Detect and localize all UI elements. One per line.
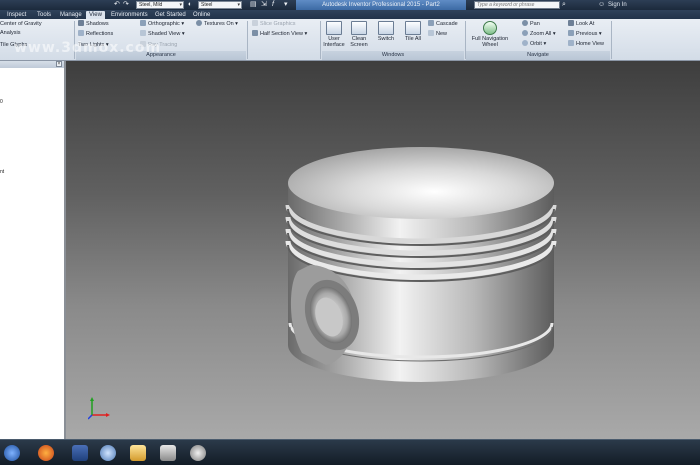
appearance-value: Steel (201, 2, 213, 8)
chevron-down-icon: ▾ (237, 2, 240, 8)
look-at-button[interactable]: Look At (568, 20, 594, 28)
search-input[interactable]: Type a keyword or phrase (474, 1, 560, 9)
piston-model (285, 147, 557, 382)
user-interface-icon (326, 21, 342, 35)
tab-online[interactable]: Online (190, 11, 213, 19)
reflections-icon (78, 30, 84, 36)
title-bar: ↶ ↷ Steel, Mild ▾ ◐ Steel ▾ ▤ ⇲ f ▾ Auto… (0, 0, 700, 10)
taskbar (0, 439, 700, 465)
separator (611, 21, 612, 59)
app-title: Autodesk Inventor Professional 2015 - Pa… (296, 0, 466, 10)
tab-inspect[interactable]: Inspect (4, 11, 29, 19)
close-icon[interactable]: × (56, 61, 62, 67)
browser-item[interactable]: 0 (0, 99, 3, 105)
look-at-icon (568, 20, 574, 26)
app-icon[interactable] (190, 445, 206, 461)
watermark: www.3dmox.com (14, 40, 162, 56)
pan-icon (522, 20, 528, 26)
zoom-all-button[interactable]: Zoom All ▾ (522, 30, 556, 38)
separator (320, 21, 321, 59)
clean-screen-icon (351, 21, 367, 35)
redo-icon[interactable]: ↷ (123, 1, 129, 9)
save-icon[interactable] (72, 445, 88, 461)
tile-all-button[interactable]: Tile All (401, 21, 425, 42)
previous-icon (568, 30, 574, 36)
ribbon-tabs: Inspect Tools Manage View Environments G… (0, 10, 700, 19)
cascade-icon (428, 20, 434, 26)
user-interface-button[interactable]: User Interface (322, 21, 346, 48)
chevron-down-icon: ▾ (179, 2, 182, 8)
shadows-icon (78, 20, 84, 26)
center-of-gravity-button[interactable]: Center of Gravity (0, 20, 42, 28)
new-window-icon (428, 30, 434, 36)
visual-style-dropdown[interactable]: Shaded View ▾ (140, 30, 185, 38)
customize-icon[interactable]: ▾ (284, 1, 288, 9)
textures-icon (196, 20, 202, 26)
switch-icon (378, 21, 394, 35)
slice-icon (252, 20, 258, 26)
home-view-button[interactable]: Home View (568, 40, 604, 48)
graphics-viewport[interactable] (66, 61, 700, 439)
inventor-icon[interactable] (160, 445, 176, 461)
tab-manage[interactable]: Manage (57, 11, 85, 19)
tab-environments[interactable]: Environments (108, 11, 151, 19)
orbit-button[interactable]: Orbit ▾ (522, 40, 546, 48)
new-window-button[interactable]: New (428, 30, 447, 38)
orthographic-icon (140, 20, 146, 26)
material-value: Steel, Mild (139, 2, 163, 8)
tab-tools[interactable]: Tools (34, 11, 54, 19)
model-browser: × 0 nt (0, 61, 66, 439)
appearance-dropdown[interactable]: Steel ▾ (198, 1, 242, 9)
shaded-view-icon (140, 30, 146, 36)
half-section-view-button[interactable]: Half Section View ▾ (252, 30, 307, 38)
slice-graphics-button[interactable]: Slice Graphics (252, 20, 295, 28)
start-icon[interactable] (4, 445, 20, 461)
undo-icon[interactable]: ↶ (114, 1, 120, 9)
orthographic-button[interactable]: Orthographic ▾ (140, 20, 184, 28)
navigate-group-label: Navigate (466, 51, 610, 60)
binoculars-icon[interactable]: ⌕ (562, 1, 566, 9)
measure-icon[interactable]: ⇲ (261, 1, 267, 9)
tab-view[interactable]: View (86, 11, 105, 19)
previous-view-button[interactable]: Previous ▾ (568, 30, 602, 38)
shadows-button[interactable]: Shadows (78, 20, 109, 28)
appearance-icon: ◐ (188, 1, 193, 8)
reflections-button[interactable]: Reflections (78, 30, 113, 38)
material-dropdown[interactable]: Steel, Mild ▾ (136, 1, 184, 9)
steering-wheel-icon (483, 21, 497, 35)
pan-button[interactable]: Pan (522, 20, 540, 28)
user-icon: ☺ (598, 1, 606, 8)
textures-button[interactable]: Textures On ▾ (196, 20, 238, 28)
analysis-button[interactable]: Analysis (0, 29, 20, 37)
folder-icon[interactable] (130, 445, 146, 461)
clean-screen-button[interactable]: Clean Screen (347, 21, 371, 48)
windows-group-label: Windows (322, 51, 464, 60)
home-icon (568, 40, 574, 46)
sign-in-link[interactable]: Sign In (608, 0, 627, 10)
separator (247, 21, 248, 59)
firefox-icon[interactable] (38, 445, 54, 461)
parameters-icon[interactable]: ▤ (250, 1, 257, 9)
tab-get-started[interactable]: Get Started (152, 11, 189, 19)
zoom-icon (522, 30, 528, 36)
axis-triad-icon[interactable] (88, 397, 112, 421)
tile-all-icon (405, 21, 421, 35)
function-icon[interactable]: f (272, 1, 274, 9)
browser-item[interactable]: nt (0, 169, 4, 175)
cascade-button[interactable]: Cascade (428, 20, 458, 28)
orbit-icon (522, 40, 528, 46)
explorer-icon[interactable] (100, 445, 116, 461)
full-navigation-wheel-button[interactable]: Full Navigation Wheel (468, 21, 512, 48)
switch-button[interactable]: Switch (374, 21, 398, 42)
section-icon (252, 30, 258, 36)
browser-header: × (0, 61, 64, 68)
